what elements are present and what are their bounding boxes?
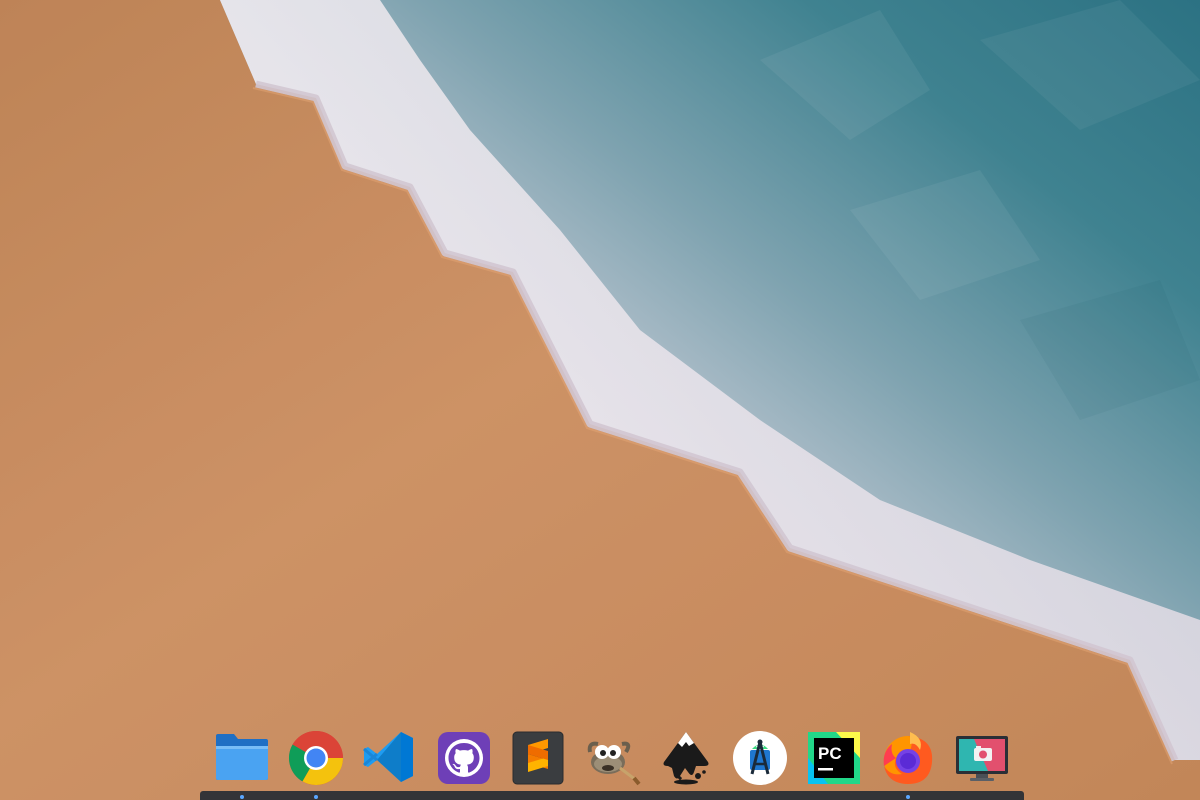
dock-item-android-studio[interactable]	[728, 724, 792, 790]
gimp-icon	[587, 741, 641, 786]
github-icon	[438, 732, 490, 784]
dock-item-gimp[interactable]	[580, 724, 644, 790]
vscode-icon	[363, 732, 413, 782]
dock-item-sublime-text[interactable]	[506, 724, 570, 790]
running-indicator	[240, 795, 244, 799]
running-indicator	[314, 795, 318, 799]
pycharm-label: PC	[818, 744, 842, 763]
folder-icon	[216, 734, 268, 780]
desktop: PC	[0, 0, 1200, 800]
dock-item-screenshot[interactable]	[950, 724, 1014, 790]
wallpaper	[0, 0, 1200, 800]
dock-item-firefox[interactable]	[876, 724, 940, 799]
pycharm-icon: PC	[808, 732, 860, 784]
dock-item-pycharm[interactable]: PC	[802, 724, 866, 790]
dock-item-files[interactable]	[210, 724, 274, 799]
running-indicator	[906, 795, 910, 799]
dock-item-vscode[interactable]	[357, 724, 421, 790]
dock-item-inkscape[interactable]	[654, 724, 718, 790]
dock-shelf	[200, 791, 1024, 800]
android-studio-icon	[733, 731, 787, 785]
chrome-icon	[288, 730, 344, 786]
firefox-icon	[883, 732, 933, 784]
inkscape-icon	[663, 732, 709, 785]
screenshot-icon	[956, 736, 1008, 781]
sublime-text-icon	[512, 731, 564, 785]
dock: PC	[200, 722, 1024, 800]
dock-item-github-desktop[interactable]	[432, 724, 496, 790]
dock-item-chrome[interactable]	[284, 724, 348, 799]
